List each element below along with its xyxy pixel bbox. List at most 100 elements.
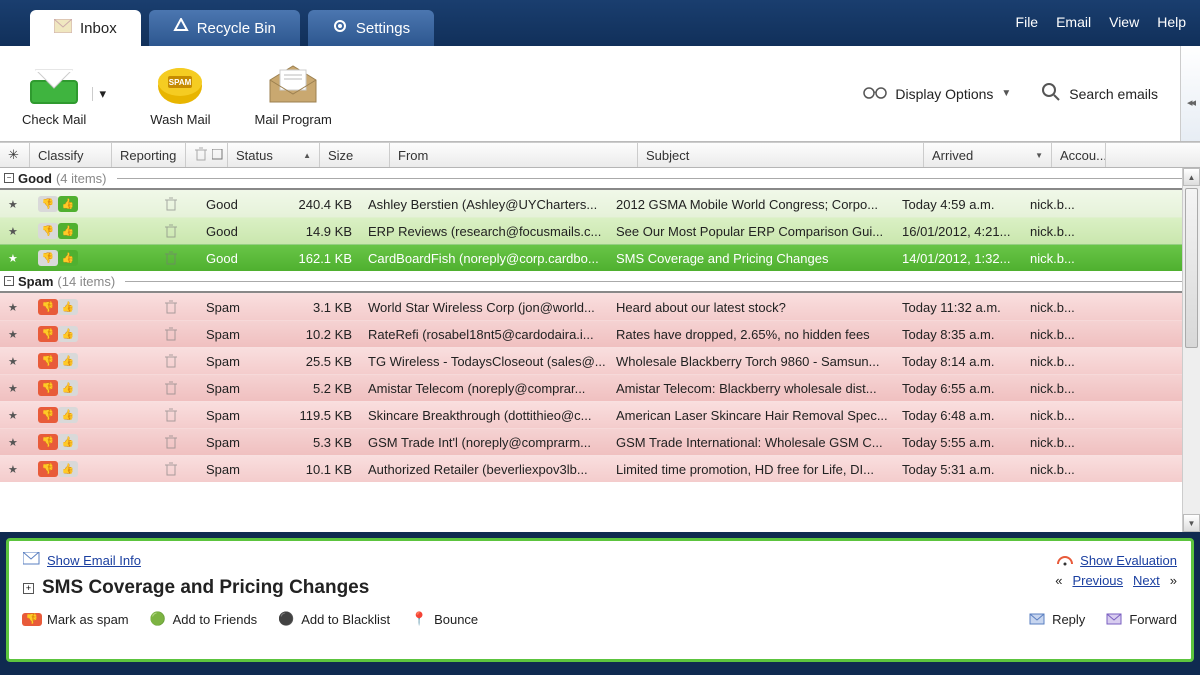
reporting-cell[interactable] [114,375,156,401]
thumbs-down-icon[interactable]: 👎 [38,299,58,315]
email-row[interactable]: ★ 👎👍 Spam 25.5 KB TG Wireless - TodaysCl… [0,347,1200,374]
group-good[interactable]: − Good (4 items) [0,168,1200,190]
col-from[interactable]: From [390,143,638,167]
classify-thumbs[interactable]: 👎👍 [38,299,78,315]
thumbs-up-icon[interactable]: 👍 [58,353,78,369]
show-evaluation-link[interactable]: Show Evaluation [1056,552,1177,569]
classify-thumbs[interactable]: 👎👍 [38,326,78,342]
thumbs-down-icon[interactable]: 👎 [38,461,58,477]
email-row[interactable]: ★ 👎👍 Spam 3.1 KB World Star Wireless Cor… [0,293,1200,320]
delete-cell[interactable] [156,218,198,244]
bounce-button[interactable]: 📍Bounce [410,611,478,627]
col-size[interactable]: Size [320,143,390,167]
delete-cell[interactable] [156,402,198,428]
reporting-cell[interactable] [114,402,156,428]
collapse-icon[interactable]: − [4,173,14,183]
reporting-cell[interactable] [114,245,156,271]
reporting-cell[interactable] [114,348,156,374]
show-email-info-link[interactable]: Show Email Info [23,552,141,569]
thumbs-up-icon[interactable]: 👍 [58,434,78,450]
tab-inbox[interactable]: Inbox [30,10,141,46]
menu-help[interactable]: Help [1157,14,1186,30]
menu-file[interactable]: File [1016,14,1039,30]
classify-thumbs[interactable]: 👎👍 [38,434,78,450]
scroll-thumb[interactable] [1185,188,1198,348]
thumbs-up-icon[interactable]: 👍 [58,223,78,239]
col-status[interactable]: Status▲ [228,143,320,167]
classify-thumbs[interactable]: 👎👍 [38,353,78,369]
wash-mail-button[interactable]: SPAM Wash Mail [150,60,210,127]
menu-email[interactable]: Email [1056,14,1091,30]
reporting-cell[interactable] [114,218,156,244]
col-star[interactable]: ✳ [0,143,30,167]
reporting-cell[interactable] [114,191,156,217]
star-icon[interactable]: ★ [8,328,18,341]
add-to-blacklist-button[interactable]: ⚫Add to Blacklist [277,611,390,627]
add-to-friends-button[interactable]: 🟢Add to Friends [149,611,258,627]
star-icon[interactable]: ★ [8,252,18,265]
email-row[interactable]: ★ 👎👍 Good 14.9 KB ERP Reviews (research@… [0,217,1200,244]
check-mail-button[interactable]: Check Mail ▾ [22,60,106,127]
reporting-cell[interactable] [114,429,156,455]
classify-thumbs[interactable]: 👎👍 [38,407,78,423]
col-classify[interactable]: Classify [30,143,112,167]
collapse-icon[interactable]: − [4,276,14,286]
email-row[interactable]: ★ 👎👍 Spam 119.5 KB Skincare Breakthrough… [0,401,1200,428]
col-subject[interactable]: Subject [638,143,924,167]
tab-settings[interactable]: Settings [308,10,434,46]
email-row[interactable]: ★ 👎👍 Spam 5.3 KB GSM Trade Int'l (norepl… [0,428,1200,455]
mail-program-button[interactable]: Mail Program [255,60,332,127]
search-emails-button[interactable]: Search emails [1041,82,1158,105]
group-spam[interactable]: − Spam (14 items) [0,271,1200,293]
email-row[interactable]: ★ 👎👍 Good 240.4 KB Ashley Berstien (Ashl… [0,190,1200,217]
email-row[interactable]: ★ 👎👍 Spam 5.2 KB Amistar Telecom (norepl… [0,374,1200,401]
star-icon[interactable]: ★ [8,463,18,476]
classify-thumbs[interactable]: 👎👍 [38,250,78,266]
email-row[interactable]: ★ 👎👍 Spam 10.1 KB Authorized Retailer (b… [0,455,1200,482]
scroll-down-icon[interactable]: ▼ [1183,514,1200,532]
delete-cell[interactable] [156,348,198,374]
thumbs-down-icon[interactable]: 👎 [38,250,58,266]
delete-cell[interactable] [156,294,198,320]
next-email-link[interactable]: Next [1133,573,1160,588]
mark-as-spam-button[interactable]: 👎Mark as spam [23,611,129,627]
star-icon[interactable]: ★ [8,198,18,211]
thumbs-up-icon[interactable]: 👍 [58,407,78,423]
delete-cell[interactable] [156,245,198,271]
star-icon[interactable]: ★ [8,301,18,314]
star-icon[interactable]: ★ [8,355,18,368]
classify-thumbs[interactable]: 👎👍 [38,223,78,239]
classify-thumbs[interactable]: 👎👍 [38,461,78,477]
delete-cell[interactable] [156,375,198,401]
star-icon[interactable]: ★ [8,382,18,395]
scrollbar[interactable]: ▲ ▼ [1182,168,1200,532]
col-arrived[interactable]: Arrived▼ [924,143,1052,167]
delete-cell[interactable] [156,321,198,347]
reporting-cell[interactable] [114,294,156,320]
col-delete[interactable] [186,143,228,167]
prev-email-link[interactable]: Previous [1072,573,1123,588]
col-reporting[interactable]: Reporting [112,143,186,167]
reporting-cell[interactable] [114,321,156,347]
thumbs-down-icon[interactable]: 👎 [38,196,58,212]
reporting-cell[interactable] [114,456,156,482]
thumbs-up-icon[interactable]: 👍 [58,380,78,396]
col-account[interactable]: Accou... [1052,143,1106,167]
classify-thumbs[interactable]: 👎👍 [38,380,78,396]
collapse-ribbon-button[interactable]: ◂◂ [1180,46,1200,141]
thumbs-up-icon[interactable]: 👍 [58,299,78,315]
thumbs-up-icon[interactable]: 👍 [58,250,78,266]
star-icon[interactable]: ★ [8,225,18,238]
delete-cell[interactable] [156,456,198,482]
check-mail-dropdown[interactable]: ▾ [92,87,106,101]
menu-view[interactable]: View [1109,14,1139,30]
star-icon[interactable]: ★ [8,409,18,422]
delete-cell[interactable] [156,429,198,455]
thumbs-down-icon[interactable]: 👎 [38,407,58,423]
forward-button[interactable]: Forward [1105,611,1177,627]
thumbs-up-icon[interactable]: 👍 [58,461,78,477]
classify-thumbs[interactable]: 👎👍 [38,196,78,212]
email-row[interactable]: ★ 👎👍 Good 162.1 KB CardBoardFish (norepl… [0,244,1200,271]
thumbs-down-icon[interactable]: 👎 [38,434,58,450]
email-row[interactable]: ★ 👎👍 Spam 10.2 KB RateRefi (rosabel18nt5… [0,320,1200,347]
